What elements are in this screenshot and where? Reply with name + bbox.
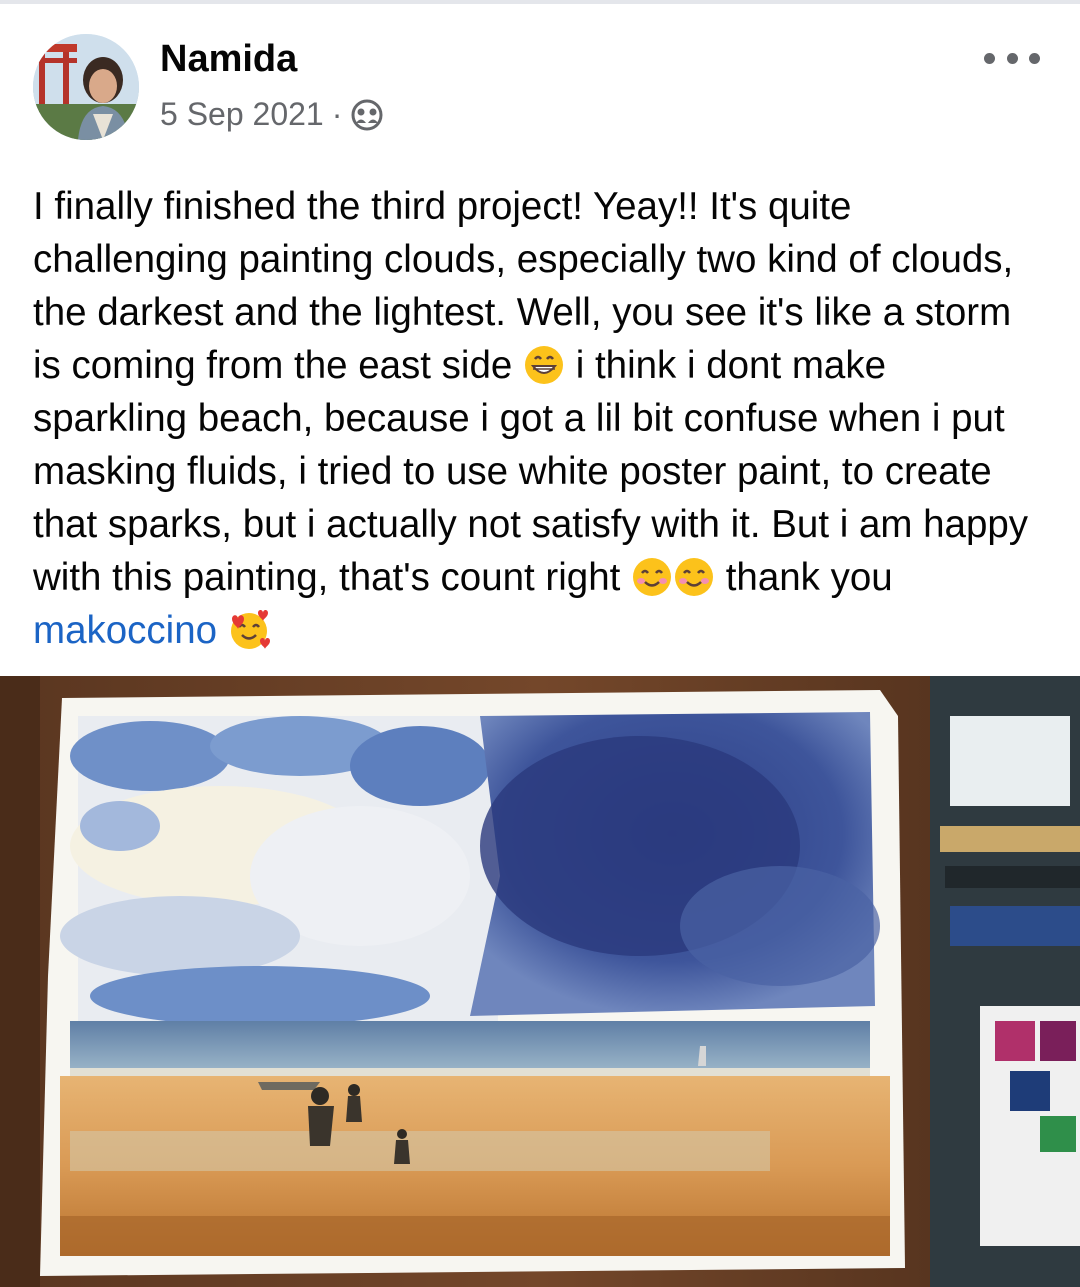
friends-icon[interactable] <box>350 98 384 132</box>
smiling-face-with-hearts-emoji-icon <box>230 610 270 649</box>
author-name[interactable]: Namida <box>160 38 297 81</box>
avatar-photo <box>33 34 139 140</box>
more-options-icon[interactable] <box>984 40 1040 76</box>
avatar[interactable] <box>33 34 139 140</box>
watercolor-painting-image <box>0 676 1080 1287</box>
post-text: I finally finished the third project! Ye… <box>33 180 1043 657</box>
post-meta: 5 Sep 2021 · <box>160 96 384 133</box>
smiling-face-emoji-icon <box>675 558 714 596</box>
grinning-face-emoji-icon <box>525 346 564 384</box>
post-header: Namida 5 Sep 2021 · <box>0 0 1080 160</box>
smiling-face-emoji-icon <box>633 558 672 596</box>
mention-link[interactable]: makoccino <box>33 609 217 652</box>
post-photo[interactable] <box>0 676 1080 1287</box>
post-text-part3: thank you <box>715 556 893 599</box>
meta-separator: · <box>331 96 343 132</box>
post-date[interactable]: 5 Sep 2021 <box>160 96 324 133</box>
